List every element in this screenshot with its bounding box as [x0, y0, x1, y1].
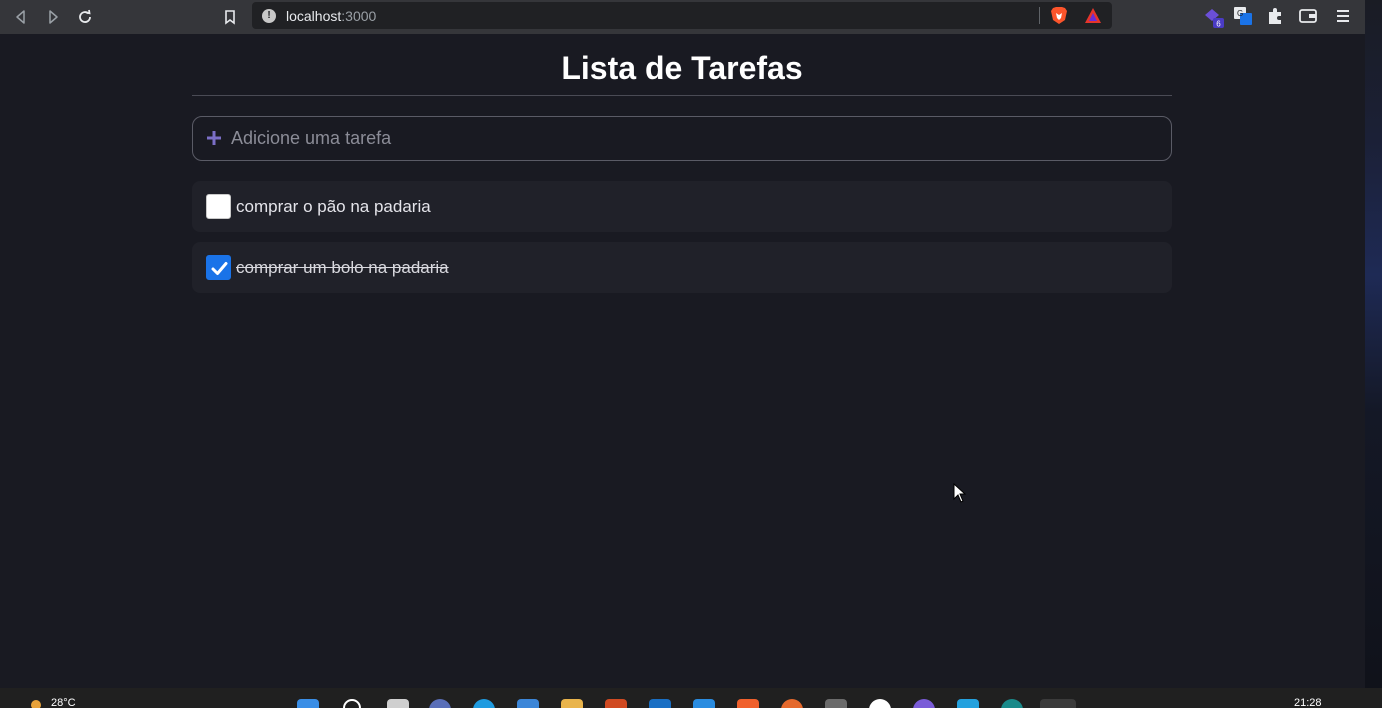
task-text[interactable]: comprar o pão na padaria [236, 197, 431, 217]
address-divider [1039, 7, 1040, 24]
weather-temperature[interactable]: 28°C [51, 697, 76, 708]
title-divider [192, 95, 1172, 96]
add-task-field[interactable] [192, 116, 1172, 161]
forward-arrow-icon [49, 10, 58, 24]
wallet-icon[interactable] [1298, 6, 1320, 28]
app-icon[interactable] [825, 699, 847, 708]
git-icon[interactable] [781, 699, 803, 708]
page-title: Lista de Tarefas [561, 50, 803, 86]
search-icon[interactable] [343, 699, 361, 708]
store-icon[interactable] [517, 699, 539, 708]
office-icon[interactable] [605, 699, 627, 708]
bookmark-icon [225, 10, 235, 25]
terminal-icon[interactable] [1001, 699, 1023, 708]
vscode-icon[interactable] [693, 699, 715, 708]
task-item: comprar um bolo na padaria [192, 242, 1172, 293]
url-text[interactable]: localhost:3000 [286, 8, 376, 24]
add-task-input[interactable] [231, 125, 1151, 152]
task-item: comprar o pão na padaria [192, 181, 1172, 232]
todo-app: Lista de Tarefas comprar o pão na padari… [192, 34, 1172, 293]
reload-button[interactable] [73, 5, 97, 29]
desktop-wallpaper-edge [1365, 0, 1382, 688]
back-arrow-icon [16, 10, 25, 24]
task-view-icon[interactable] [387, 699, 409, 708]
edge-browser-icon[interactable] [473, 699, 495, 708]
svg-text:6: 6 [1216, 20, 1221, 29]
brave-taskbar-icon[interactable] [737, 699, 759, 708]
file-explorer-icon[interactable] [561, 699, 583, 708]
task-checkbox[interactable] [206, 194, 231, 219]
menu-icon[interactable] [1333, 6, 1355, 28]
address-bar[interactable]: ! localhost:3000 [252, 2, 1112, 29]
brave-rewards-icon[interactable] [1084, 7, 1102, 24]
browser-toolbar: ! localhost:3000 6 G [0, 0, 1365, 34]
mouse-cursor-icon [953, 483, 966, 503]
task-checkbox-checked[interactable] [206, 255, 231, 280]
back-button[interactable] [9, 5, 33, 29]
site-info-icon[interactable]: ! [262, 9, 276, 23]
svg-text:G: G [1237, 9, 1243, 18]
chat-icon[interactable] [429, 699, 451, 708]
clock-time[interactable]: 21:28 [1294, 697, 1322, 708]
windows-taskbar: 28°C 21:28 [0, 688, 1382, 708]
mail-icon[interactable] [649, 699, 671, 708]
vscode-insiders-icon[interactable] [957, 699, 979, 708]
active-app-icon[interactable] [1040, 699, 1076, 708]
bookmark-button[interactable] [218, 5, 242, 29]
task-text-completed[interactable]: comprar um bolo na padaria [236, 258, 449, 278]
checkmark-icon [211, 262, 228, 275]
translate-icon[interactable]: G [1233, 6, 1255, 28]
weather-icon[interactable] [31, 700, 41, 708]
start-menu-icon[interactable] [297, 699, 319, 708]
extension-badge-icon[interactable]: 6 [1202, 6, 1224, 29]
insomnia-icon[interactable] [869, 699, 891, 708]
reload-icon [79, 9, 91, 23]
forward-button[interactable] [41, 5, 65, 29]
plus-icon[interactable] [205, 129, 223, 147]
extensions-puzzle-icon[interactable] [1265, 6, 1287, 28]
brave-shields-icon[interactable] [1050, 6, 1068, 25]
app-circle-icon[interactable] [913, 699, 935, 708]
